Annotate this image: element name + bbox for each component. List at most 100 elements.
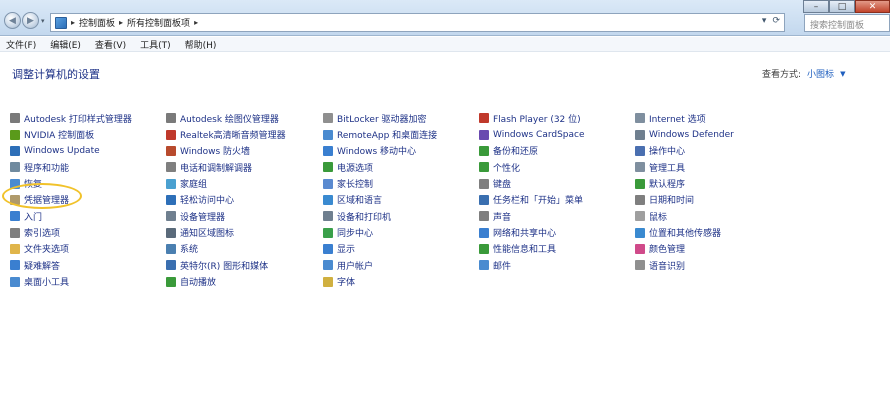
- control-panel-item-label[interactable]: 电话和调制解调器: [180, 161, 252, 174]
- breadcrumb-separator-icon[interactable]: ▸: [119, 18, 123, 27]
- control-panel-item-label[interactable]: 颜色管理: [649, 242, 685, 255]
- menu-view[interactable]: 查看(V): [95, 38, 126, 51]
- control-panel-item-label[interactable]: 网络和共享中心: [493, 226, 556, 239]
- control-panel-item[interactable]: 鼠标: [635, 208, 734, 224]
- control-panel-item-label[interactable]: 语音识别: [649, 259, 685, 272]
- control-panel-item[interactable]: 设备和打印机: [323, 208, 437, 224]
- control-panel-item[interactable]: 默认程序: [635, 175, 734, 191]
- control-panel-item-label[interactable]: 程序和功能: [24, 161, 69, 174]
- control-panel-item[interactable]: 桌面小工具: [10, 273, 132, 289]
- control-panel-item-label[interactable]: 用户帐户: [337, 259, 373, 272]
- control-panel-item-label[interactable]: 显示: [337, 242, 355, 255]
- control-panel-item-label[interactable]: 性能信息和工具: [493, 242, 556, 255]
- address-dropdown-icon[interactable]: ▾: [762, 16, 767, 26]
- control-panel-item[interactable]: 邮件: [479, 257, 585, 273]
- refresh-icon[interactable]: ⟳: [772, 16, 780, 26]
- control-panel-item[interactable]: RemoteApp 和桌面连接: [323, 126, 437, 142]
- maximize-button[interactable]: □: [829, 0, 855, 13]
- control-panel-item-label[interactable]: 英特尔(R) 图形和媒体: [180, 259, 268, 272]
- control-panel-item-label[interactable]: 邮件: [493, 259, 511, 272]
- breadcrumb-separator-icon[interactable]: ▸: [194, 18, 198, 27]
- control-panel-item-label[interactable]: Windows 防火墙: [180, 144, 250, 157]
- control-panel-item-label[interactable]: 通知区域图标: [180, 226, 234, 239]
- control-panel-item-label[interactable]: Realtek高清晰音频管理器: [180, 128, 286, 141]
- control-panel-item[interactable]: 位置和其他传感器: [635, 224, 734, 240]
- control-panel-item[interactable]: 声音: [479, 208, 585, 224]
- search-input[interactable]: 搜索控制面板: [804, 14, 890, 32]
- control-panel-item[interactable]: Realtek高清晰音频管理器: [166, 126, 286, 142]
- control-panel-item-label[interactable]: 管理工具: [649, 161, 685, 174]
- control-panel-item-label[interactable]: Windows CardSpace: [493, 130, 585, 140]
- control-panel-item[interactable]: Windows 移动中心: [323, 143, 437, 159]
- control-panel-item-label[interactable]: Windows Update: [24, 146, 100, 156]
- view-by-dropdown[interactable]: 小图标: [807, 67, 834, 80]
- control-panel-item[interactable]: 入门: [10, 208, 132, 224]
- control-panel-item[interactable]: 设备管理器: [166, 208, 286, 224]
- control-panel-item-label[interactable]: Internet 选项: [649, 112, 706, 125]
- control-panel-item-label[interactable]: RemoteApp 和桌面连接: [337, 128, 437, 141]
- control-panel-item-label[interactable]: 家庭组: [180, 177, 207, 190]
- control-panel-item[interactable]: 索引选项: [10, 224, 132, 240]
- address-bar[interactable]: ▸ 控制面板 ▸ 所有控制面板项 ▸ ▾ ⟳: [50, 13, 785, 32]
- menu-edit[interactable]: 编辑(E): [50, 38, 81, 51]
- control-panel-item-label[interactable]: Windows Defender: [649, 130, 734, 140]
- control-panel-item[interactable]: 备份和还原: [479, 143, 585, 159]
- control-panel-item-label[interactable]: 桌面小工具: [24, 275, 69, 288]
- menu-help[interactable]: 帮助(H): [185, 38, 217, 51]
- control-panel-item-label[interactable]: 电源选项: [337, 161, 373, 174]
- control-panel-item[interactable]: 性能信息和工具: [479, 241, 585, 257]
- control-panel-item-label[interactable]: Autodesk 打印样式管理器: [24, 112, 132, 125]
- control-panel-item[interactable]: Autodesk 绘图仪管理器: [166, 110, 286, 126]
- control-panel-item[interactable]: 疑难解答: [10, 257, 132, 273]
- control-panel-item[interactable]: 轻松访问中心: [166, 192, 286, 208]
- control-panel-item-label[interactable]: 字体: [337, 275, 355, 288]
- control-panel-item-label[interactable]: 疑难解答: [24, 259, 60, 272]
- control-panel-item[interactable]: 个性化: [479, 159, 585, 175]
- control-panel-item-label[interactable]: Flash Player (32 位): [493, 112, 581, 125]
- control-panel-item[interactable]: 键盘: [479, 175, 585, 191]
- control-panel-item[interactable]: 同步中心: [323, 224, 437, 240]
- control-panel-item-label[interactable]: 声音: [493, 210, 511, 223]
- control-panel-item[interactable]: 颜色管理: [635, 241, 734, 257]
- control-panel-item[interactable]: 系统: [166, 241, 286, 257]
- menu-file[interactable]: 文件(F): [6, 38, 36, 51]
- control-panel-item[interactable]: 任务栏和「开始」菜单: [479, 192, 585, 208]
- control-panel-item-label[interactable]: 操作中心: [649, 144, 685, 157]
- control-panel-item[interactable]: 语音识别: [635, 257, 734, 273]
- control-panel-item[interactable]: 显示: [323, 241, 437, 257]
- control-panel-item-label[interactable]: 位置和其他传感器: [649, 226, 721, 239]
- control-panel-item-label[interactable]: 文件夹选项: [24, 242, 69, 255]
- control-panel-item[interactable]: 程序和功能: [10, 159, 132, 175]
- control-panel-item[interactable]: 用户帐户: [323, 257, 437, 273]
- control-panel-item[interactable]: 网络和共享中心: [479, 224, 585, 240]
- control-panel-item[interactable]: NVIDIA 控制面板: [10, 126, 132, 142]
- control-panel-item[interactable]: 文件夹选项: [10, 241, 132, 257]
- control-panel-item-label[interactable]: 入门: [24, 210, 42, 223]
- close-button[interactable]: ✕: [855, 0, 890, 13]
- control-panel-item[interactable]: Windows Defender: [635, 126, 734, 142]
- control-panel-item-label[interactable]: 同步中心: [337, 226, 373, 239]
- back-button[interactable]: ◀: [4, 12, 21, 29]
- control-panel-item[interactable]: 管理工具: [635, 159, 734, 175]
- control-panel-item[interactable]: 区域和语言: [323, 192, 437, 208]
- control-panel-item-label[interactable]: 设备管理器: [180, 210, 225, 223]
- control-panel-item-label[interactable]: 区域和语言: [337, 193, 382, 206]
- control-panel-item-label[interactable]: 个性化: [493, 161, 520, 174]
- control-panel-item-label[interactable]: 日期和时间: [649, 193, 694, 206]
- control-panel-item-label[interactable]: 任务栏和「开始」菜单: [493, 193, 583, 206]
- control-panel-item[interactable]: 家庭组: [166, 175, 286, 191]
- control-panel-item-label[interactable]: Autodesk 绘图仪管理器: [180, 112, 279, 125]
- control-panel-item[interactable]: 英特尔(R) 图形和媒体: [166, 257, 286, 273]
- breadcrumb-control-panel[interactable]: 控制面板: [79, 16, 115, 29]
- breadcrumb-all-items[interactable]: 所有控制面板项: [127, 16, 190, 29]
- control-panel-item[interactable]: 电源选项: [323, 159, 437, 175]
- control-panel-item[interactable]: 字体: [323, 273, 437, 289]
- breadcrumb-separator-icon[interactable]: ▸: [71, 18, 75, 27]
- control-panel-item-label[interactable]: 默认程序: [649, 177, 685, 190]
- control-panel-item[interactable]: Internet 选项: [635, 110, 734, 126]
- control-panel-item[interactable]: Windows Update: [10, 143, 132, 159]
- control-panel-item[interactable]: 日期和时间: [635, 192, 734, 208]
- control-panel-item-label[interactable]: 鼠标: [649, 210, 667, 223]
- control-panel-item-label[interactable]: 键盘: [493, 177, 511, 190]
- control-panel-item[interactable]: 自动播放: [166, 273, 286, 289]
